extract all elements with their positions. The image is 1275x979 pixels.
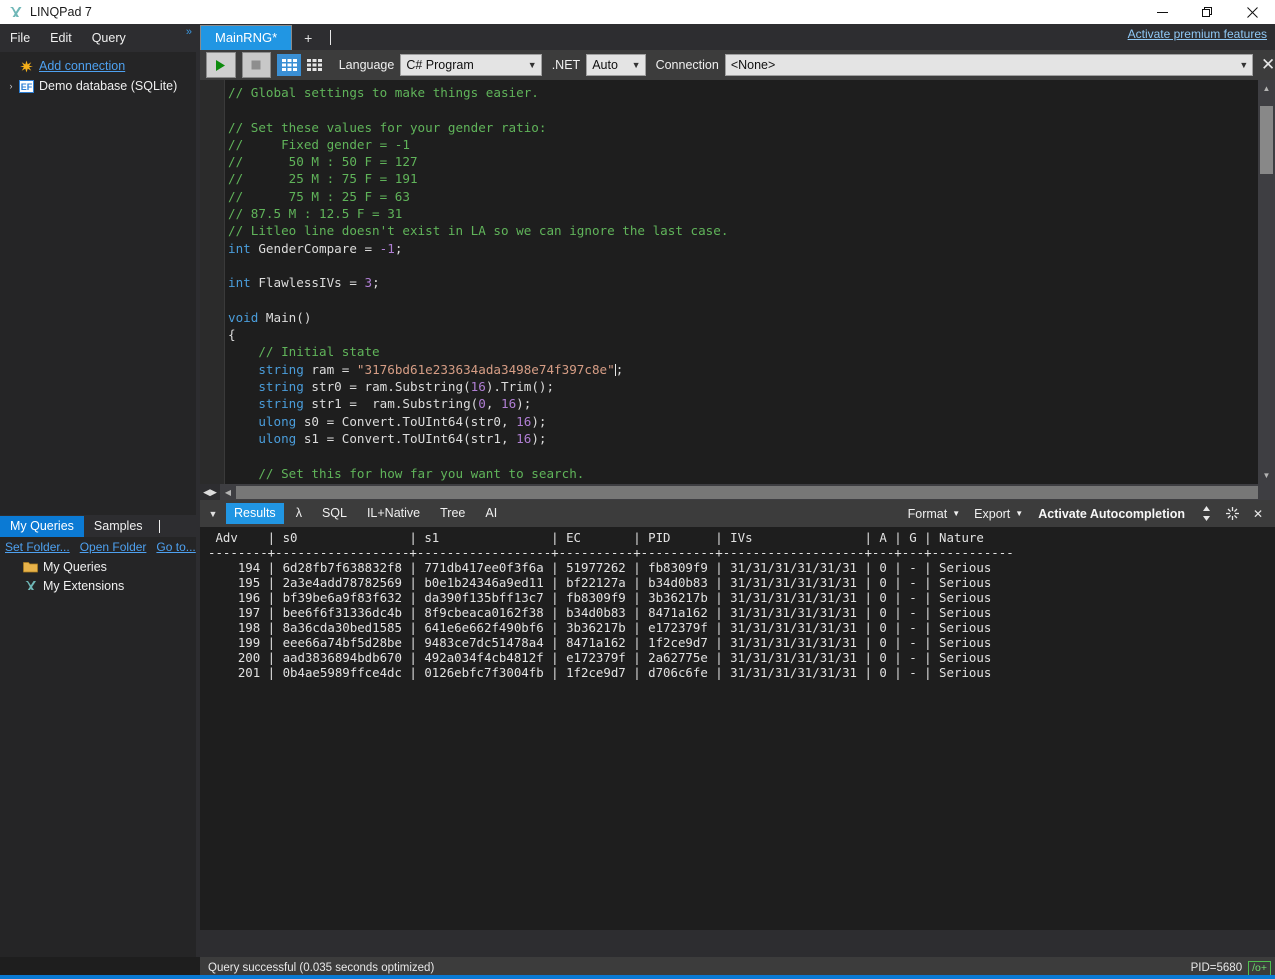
set-folder-link[interactable]: Set Folder... xyxy=(5,540,70,554)
run-button[interactable] xyxy=(206,52,236,78)
linqpad-window: LINQPad 7 File Edit Query » Add connecti… xyxy=(0,0,1275,979)
menu-edit[interactable]: Edit xyxy=(40,28,82,48)
sidebar-tab-my-queries[interactable]: My Queries xyxy=(0,516,84,537)
horizontal-scroll-thumb[interactable] xyxy=(236,485,1258,499)
editor-gutter xyxy=(200,80,225,500)
results-panel: ▼ Results λ SQL IL+Native Tree AI Format… xyxy=(200,500,1275,957)
dotnet-value: Auto xyxy=(592,58,618,72)
menu-query[interactable]: Query xyxy=(82,28,136,48)
ef-database-icon: EF xyxy=(18,78,34,94)
results-tab-lambda[interactable]: λ xyxy=(288,503,310,524)
results-tab-il-native[interactable]: IL+Native xyxy=(359,503,428,524)
results-tab-tree[interactable]: Tree xyxy=(432,503,473,524)
connection-demo-database-row[interactable]: › EF Demo database (SQLite) xyxy=(0,76,196,96)
stop-button[interactable] xyxy=(241,52,272,78)
scroll-up-icon[interactable]: ▲ xyxy=(1258,80,1275,97)
results-table-icon[interactable] xyxy=(303,54,327,76)
restore-icon[interactable] xyxy=(1185,0,1230,24)
activate-premium-features-link[interactable]: Activate premium features xyxy=(1128,27,1267,41)
scroll-left-icon[interactable]: ◀ xyxy=(220,484,236,500)
connection-label: Demo database (SQLite) xyxy=(39,79,178,93)
language-value: C# Program xyxy=(406,58,474,72)
open-folder-link[interactable]: Open Folder xyxy=(80,540,147,554)
document-tab-bar: MainRNG* + xyxy=(200,24,1275,50)
results-tab-sql[interactable]: SQL xyxy=(314,503,355,524)
menu-file[interactable]: File xyxy=(0,28,40,48)
tree-label: My Queries xyxy=(43,559,107,574)
editor-toolbar: Language C# Program ▼ .NET Auto ▼ Connec… xyxy=(200,50,1275,80)
results-tab-ai[interactable]: AI xyxy=(477,503,505,524)
my-queries-panel: Set Folder... Open Folder Go to... My Qu… xyxy=(0,537,196,957)
close-icon[interactable] xyxy=(1230,0,1275,24)
tree-item-my-extensions[interactable]: My Extensions xyxy=(0,576,196,595)
chevron-right-icon[interactable]: › xyxy=(4,81,18,91)
folder-icon xyxy=(22,559,39,575)
results-text-table: Adv | s0 | s1 | EC | PID | IVs | A | G |… xyxy=(208,530,1014,680)
dotnet-label: .NET xyxy=(551,58,581,72)
chevron-down-icon: ▼ xyxy=(952,509,961,518)
chevron-down-icon: ▼ xyxy=(1239,60,1249,70)
horizontal-split-handle[interactable]: ◀▶ xyxy=(200,484,220,500)
results-grid-icon[interactable] xyxy=(277,54,302,76)
language-label: Language xyxy=(338,58,395,72)
menu-bar: File Edit Query » xyxy=(0,24,196,52)
chevron-down-icon: ▼ xyxy=(631,60,641,70)
dotnet-select[interactable]: Auto ▼ xyxy=(586,54,646,76)
results-tab-results[interactable]: Results xyxy=(226,503,284,524)
export-menu-label: Export xyxy=(974,506,1011,521)
bottom-accent-bar xyxy=(0,975,1275,979)
status-pid: PID=5680 xyxy=(1190,962,1243,974)
svg-text:EF: EF xyxy=(20,82,32,92)
sidebar-tab-caret xyxy=(158,520,160,533)
activate-autocompletion-button[interactable]: Activate Autocompletion xyxy=(1030,507,1193,521)
scroll-down-icon[interactable]: ▼ xyxy=(1258,467,1275,484)
chevron-down-icon: ▼ xyxy=(1015,509,1024,518)
results-output[interactable]: Adv | s0 | s1 | EC | PID | IVs | A | G |… xyxy=(200,527,1275,930)
window-controls xyxy=(1140,0,1275,24)
add-connection-link[interactable]: Add connection xyxy=(39,59,125,73)
tab-caret xyxy=(330,30,332,45)
connection-value: <None> xyxy=(730,58,776,72)
vertical-arrows-icon[interactable] xyxy=(1193,500,1219,527)
results-toolbar: Format ▼ Export ▼ Activate Autocompletio… xyxy=(901,500,1271,527)
editor-horizontal-scrollbar[interactable]: ◀▶ ◀ xyxy=(200,484,1275,500)
editor-code-text[interactable]: // Global settings to make things easier… xyxy=(228,84,728,499)
go-to-link[interactable]: Go to... xyxy=(156,540,195,554)
status-badge[interactable]: /o+ xyxy=(1248,960,1271,976)
format-menu-button[interactable]: Format ▼ xyxy=(901,507,968,521)
menu-overflow-icon[interactable]: » xyxy=(186,26,192,38)
window-title: LINQPad 7 xyxy=(30,5,92,19)
close-query-icon[interactable]: ✕ xyxy=(1255,52,1275,78)
connection-label: Connection xyxy=(655,58,719,72)
query-folder-links: Set Folder... Open Folder Go to... xyxy=(0,537,196,557)
connection-select[interactable]: <None> ▼ xyxy=(724,54,1254,76)
status-message: Query successful (0.035 seconds optimize… xyxy=(208,962,435,974)
connections-panel: Add connection › EF Demo database (SQLit… xyxy=(0,52,196,515)
linqpad-lambda-icon xyxy=(10,7,22,17)
code-editor[interactable]: // Global settings to make things easier… xyxy=(200,80,1275,500)
lambda-icon xyxy=(22,578,39,594)
results-tab-bar: ▼ Results λ SQL IL+Native Tree AI Format… xyxy=(200,500,1275,527)
connection-add-row[interactable]: Add connection xyxy=(0,56,196,76)
language-select[interactable]: C# Program ▼ xyxy=(400,54,542,76)
format-menu-label: Format xyxy=(907,506,948,521)
status-right: PID=5680 /o+ xyxy=(1190,960,1271,976)
vertical-scroll-thumb[interactable] xyxy=(1260,106,1273,174)
editor-vertical-scrollbar[interactable]: ◆ ▲ ▼ xyxy=(1258,80,1275,484)
add-connection-star-icon xyxy=(18,58,34,74)
new-tab-button[interactable]: + xyxy=(292,26,324,50)
tree-item-my-queries[interactable]: My Queries xyxy=(0,557,196,576)
title-bar: LINQPad 7 xyxy=(0,0,1275,24)
doc-tab-mainrng[interactable]: MainRNG* xyxy=(200,25,293,50)
sidebar-tabs: My Queries Samples xyxy=(0,515,196,537)
chevron-down-icon: ▼ xyxy=(527,60,537,70)
tree-label: My Extensions xyxy=(43,578,125,593)
chevron-down-icon[interactable]: ▼ xyxy=(200,500,226,527)
sidebar-tab-samples[interactable]: Samples xyxy=(84,516,153,537)
minimize-icon[interactable] xyxy=(1140,0,1185,24)
export-menu-button[interactable]: Export ▼ xyxy=(967,507,1030,521)
burst-icon[interactable] xyxy=(1219,500,1245,527)
close-results-icon[interactable]: ✕ xyxy=(1245,500,1271,527)
